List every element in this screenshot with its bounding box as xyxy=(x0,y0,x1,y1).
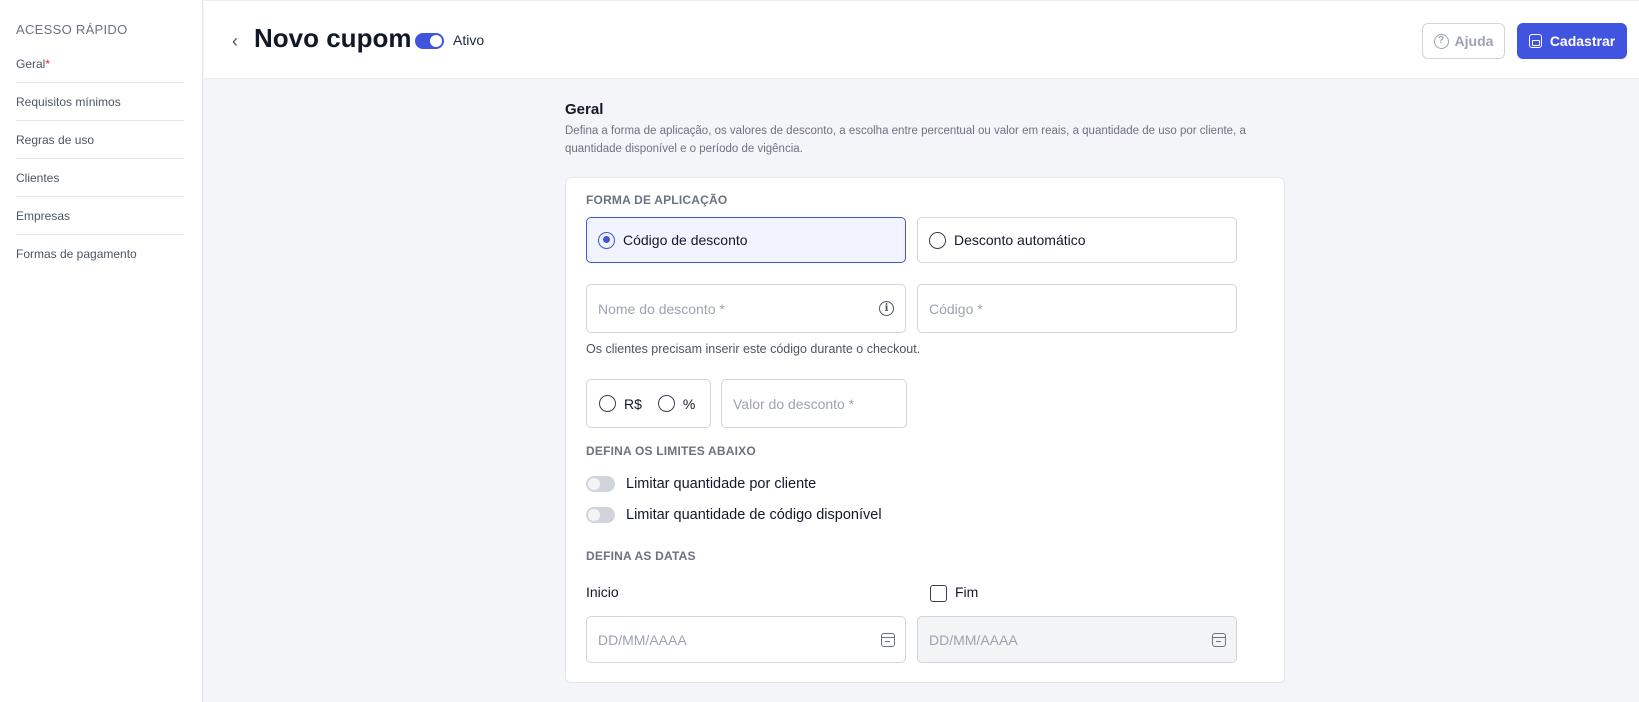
discount-value-input[interactable]: Valor do desconto * xyxy=(721,379,907,428)
option-label: Desconto automático xyxy=(954,232,1086,248)
start-date-placeholder: DD/MM/AAAA xyxy=(598,631,687,648)
end-date-checkbox[interactable] xyxy=(930,585,947,602)
page-header: ‹ Novo cupom Ativo ? Ajuda Cadastrar xyxy=(204,0,1639,79)
start-date-input[interactable]: DD/MM/AAAA xyxy=(586,616,906,663)
active-toggle-label: Ativo xyxy=(453,32,485,48)
radio-checked-icon xyxy=(598,231,615,249)
sidebar-item-requisitos[interactable]: Requisitos mínimos xyxy=(16,83,184,121)
help-button[interactable]: ? Ajuda xyxy=(1422,23,1505,59)
option-reais[interactable]: R$ xyxy=(599,395,642,412)
limit-per-client-toggle[interactable] xyxy=(586,476,615,492)
discount-name-placeholder: Nome do desconto * xyxy=(598,300,725,317)
code-hint: Os clientes precisam inserir este código… xyxy=(586,342,921,356)
option-percent[interactable]: % xyxy=(657,395,696,412)
calendar-icon[interactable] xyxy=(881,633,895,647)
sidebar-item-empresas[interactable]: Empresas xyxy=(16,197,184,235)
limit-per-client-row: Limitar quantidade por cliente xyxy=(586,476,816,492)
end-date-label: Fim xyxy=(955,584,979,600)
limit-available-label: Limitar quantidade de código disponível xyxy=(626,507,882,523)
code-input[interactable]: Código * xyxy=(917,284,1237,333)
active-toggle[interactable] xyxy=(415,33,444,49)
dates-group-label: DEFINA AS DATAS xyxy=(586,549,696,563)
section-description: Defina a forma de aplicação, os valores … xyxy=(565,125,1246,155)
radio-unchecked-icon xyxy=(929,231,946,249)
option-automatic-discount[interactable]: Desconto automático xyxy=(917,217,1237,263)
general-form-card: FORMA DE APLICAÇÃO Código de desconto De… xyxy=(565,177,1285,683)
discount-type-selector: R$ % xyxy=(586,379,711,428)
help-button-label: Ajuda xyxy=(1454,33,1494,49)
limit-available-row: Limitar quantidade de código disponível xyxy=(586,507,882,523)
option-percent-label: % xyxy=(682,395,696,412)
discount-name-input[interactable]: Nome do desconto * i xyxy=(586,284,906,333)
sidebar: ACESSO RÁPIDO Geral* Requisitos mínimos … xyxy=(0,0,203,702)
save-button-label: Cadastrar xyxy=(1549,33,1616,49)
radio-unchecked-icon xyxy=(599,395,616,412)
save-button[interactable]: Cadastrar xyxy=(1517,23,1627,59)
sidebar-title: ACESSO RÁPIDO xyxy=(16,22,128,37)
limits-group-label: DEFINA OS LIMITES ABAIXO xyxy=(586,444,756,458)
limit-per-client-label: Limitar quantidade por cliente xyxy=(626,476,817,492)
end-date-input: DD/MM/AAAA xyxy=(917,616,1237,663)
save-icon xyxy=(1528,34,1542,48)
page-title: Novo cupom xyxy=(254,23,412,53)
start-date-label: Inicio xyxy=(586,584,619,600)
question-icon: ? xyxy=(1433,33,1449,49)
sidebar-item-regras[interactable]: Regras de uso xyxy=(16,121,184,159)
discount-value-placeholder: Valor do desconto * xyxy=(733,395,855,412)
sidebar-item-clientes[interactable]: Clientes xyxy=(16,159,184,197)
required-marker: * xyxy=(45,57,51,71)
info-icon[interactable]: i xyxy=(879,301,894,316)
back-chevron-icon[interactable]: ‹ xyxy=(232,29,252,53)
toggle-knob xyxy=(430,35,442,47)
sidebar-item-pagamento[interactable]: Formas de pagamento xyxy=(16,235,184,273)
option-label: Código de desconto xyxy=(623,232,748,248)
calendar-icon xyxy=(1212,633,1226,647)
option-reais-label: R$ xyxy=(624,395,642,412)
option-discount-code[interactable]: Código de desconto xyxy=(586,217,906,263)
radio-unchecked-icon xyxy=(657,395,675,412)
section-title: Geral xyxy=(565,101,604,118)
limit-available-toggle[interactable] xyxy=(586,507,615,523)
end-date-placeholder: DD/MM/AAAA xyxy=(929,631,1018,648)
code-placeholder: Código * xyxy=(929,300,983,317)
sidebar-item-label: Geral xyxy=(16,57,46,71)
application-group-label: FORMA DE APLICAÇÃO xyxy=(586,193,728,207)
sidebar-item-geral[interactable]: Geral* xyxy=(16,45,184,83)
